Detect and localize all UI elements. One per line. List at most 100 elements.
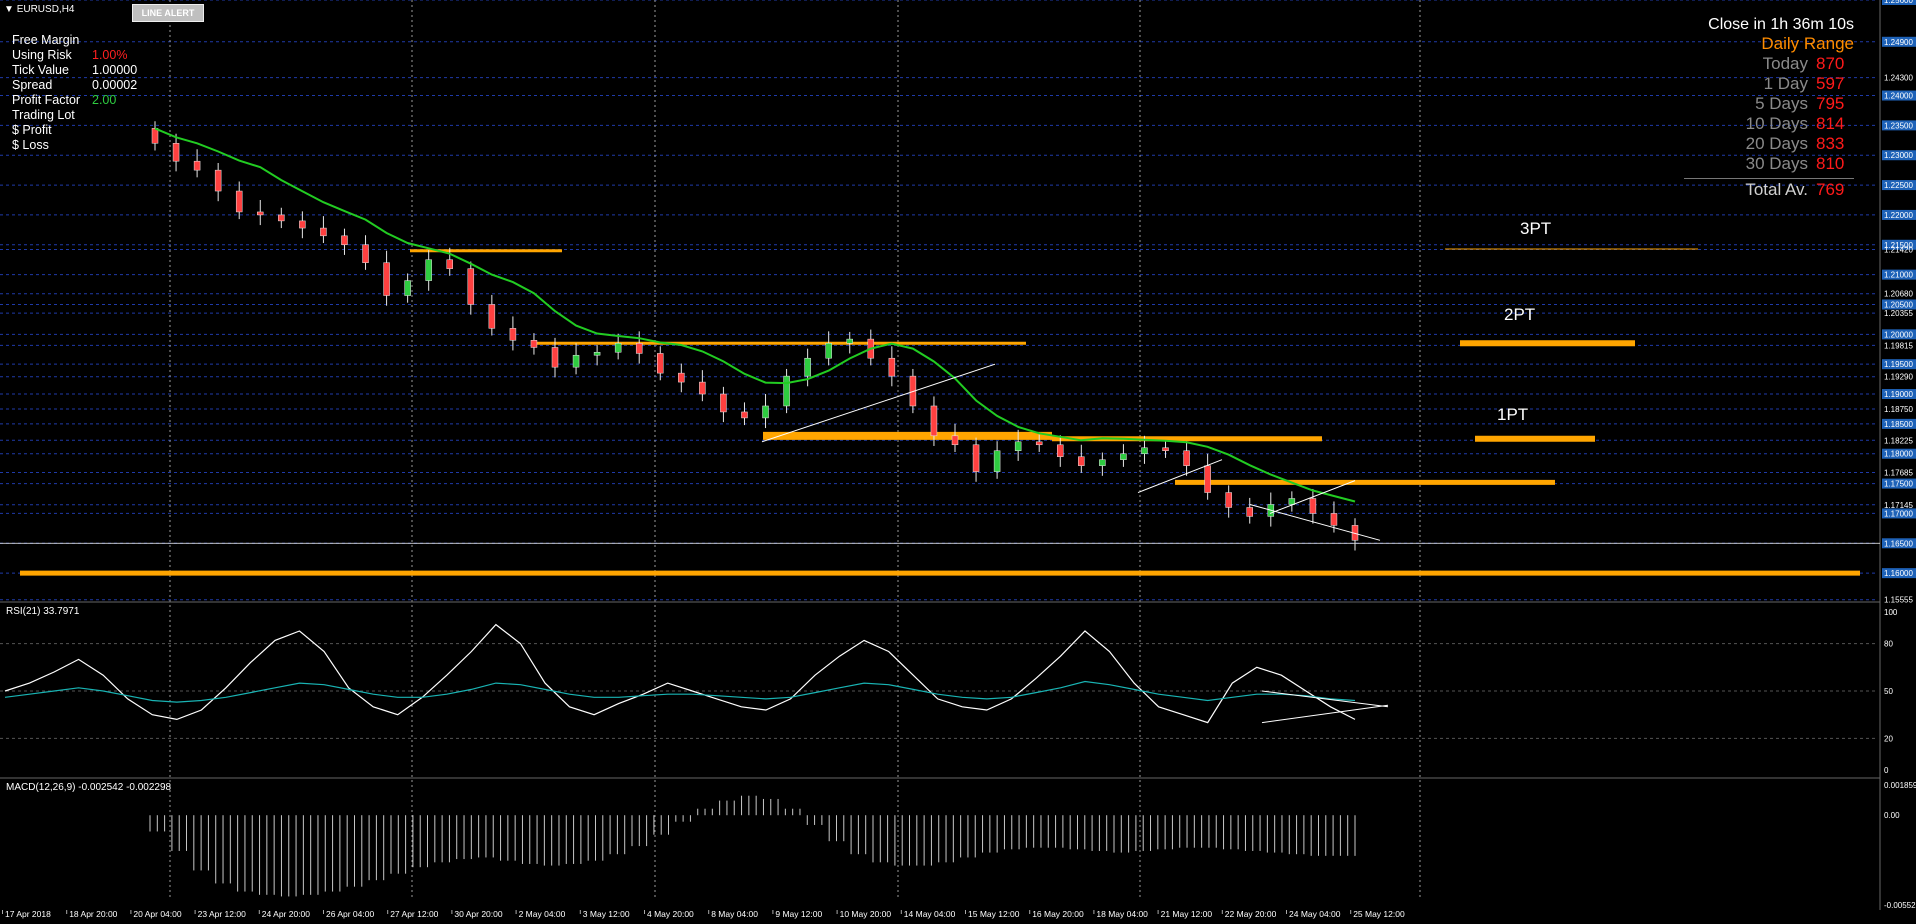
time-tick-label: 8 May 04:00: [711, 909, 758, 919]
info-row: Profit Factor 2.00: [12, 93, 117, 107]
candle-body: [425, 259, 432, 281]
candle-body: [1162, 447, 1169, 451]
risk-info-panel: Free Margin Using Risk 1.00% Tick Value 1.…: [12, 33, 137, 153]
price-tick-label: 1.20355: [1884, 309, 1913, 318]
rsi-tick-label: 20: [1884, 734, 1893, 743]
price-tick-label: 1.17000: [1884, 509, 1913, 518]
price-tick-label: 1.22000: [1884, 211, 1913, 220]
time-tick-label: 23 Apr 12:00: [198, 909, 246, 919]
candle-body: [341, 235, 348, 246]
candle-body: [1035, 441, 1043, 446]
candle-body: [320, 227, 327, 237]
price-tick-label: 1.21000: [1884, 271, 1913, 280]
time-tick-label: 3 May 12:00: [583, 909, 630, 919]
rsi-tick-label: 100: [1884, 608, 1898, 617]
time-tick-label: 22 May 20:00: [1225, 909, 1277, 919]
time-tick-label: 14 May 04:00: [904, 909, 956, 919]
symbol-title: ▼ EURUSD,H4: [4, 4, 75, 15]
time-tick-label: 18 May 04:00: [1096, 909, 1148, 919]
daily-range-panel: Close in 1h 36m 10s Daily Range Today 870…: [1684, 15, 1854, 200]
time-tick-label: 2 May 04:00: [519, 909, 566, 919]
price-tick-label: 1.18225: [1884, 436, 1913, 445]
candle-body: [383, 262, 390, 296]
candle-body: [1288, 498, 1296, 505]
candle-body: [930, 405, 938, 437]
daily-range-title: Daily Range: [1761, 34, 1854, 53]
price-tick-label: 1.18750: [1884, 405, 1913, 414]
candle-body: [1309, 498, 1317, 514]
rsi-tick-label: 80: [1884, 640, 1893, 649]
price-tick-label: 1.16500: [1884, 539, 1913, 548]
line-alert-button[interactable]: LINE ALERT: [132, 4, 204, 22]
candle-body: [172, 143, 180, 162]
candle-body: [972, 444, 980, 472]
chart-canvas[interactable]: 100 80 50 20 0 0.001859 0.00 -0.005527 1.25600…: [0, 0, 1916, 924]
candle-body: [467, 268, 475, 305]
time-tick-label: 15 May 12:00: [968, 909, 1020, 919]
price-tick-label: 1.17685: [1884, 469, 1913, 478]
price-axis: 1.25600 1.24900 1.24300 1.24000 1.23500 1.230…: [1882, 0, 1916, 605]
target-3pt-label: 3PT: [1520, 219, 1552, 238]
target-2pt-label: 2PT: [1504, 305, 1536, 324]
candle-body: [1141, 447, 1148, 454]
total-average-row: Total Av. 769: [1684, 178, 1854, 200]
range-row: 5 Days 795: [1755, 94, 1845, 113]
price-tick-label: 1.24900: [1884, 38, 1913, 47]
candle-body: [657, 353, 664, 374]
candle-body: [1225, 492, 1232, 508]
info-row: Tick Value 1.00000: [12, 63, 138, 77]
candle-body: [551, 347, 559, 368]
candle-body: [635, 343, 643, 354]
candle-body: [404, 280, 411, 296]
candle-body: [993, 450, 1001, 472]
candle-body: [1014, 441, 1022, 451]
price-tick-label: 1.21420: [1884, 246, 1913, 255]
price-tick-label: 1.24000: [1884, 92, 1913, 101]
candle-body: [572, 354, 580, 368]
range-row: 30 Days 810: [1745, 154, 1845, 173]
range-row: Today 870: [1762, 54, 1845, 73]
macd-title: MACD(12,26,9) -0.002542 -0.002298: [6, 782, 172, 793]
range-row: 1 Day 597: [1763, 74, 1845, 93]
candle-body: [1330, 513, 1338, 526]
rsi-tick-label: 0: [1884, 766, 1889, 775]
candle-body: [1099, 459, 1106, 466]
rsi-tick-label: 50: [1884, 687, 1893, 696]
candle-body: [825, 343, 832, 359]
candle-body: [530, 340, 538, 348]
price-tick-label: 1.20500: [1884, 300, 1913, 309]
price-tick-label: 1.19290: [1884, 373, 1913, 382]
info-row: Free Margin: [12, 33, 80, 47]
price-tick-label: 1.25600: [1884, 0, 1913, 5]
info-row: $ Profit: [12, 123, 52, 137]
rsi-title: RSI(21) 33.7971: [6, 606, 80, 617]
time-tick-label: 4 May 20:00: [647, 909, 694, 919]
candle-body: [193, 160, 201, 171]
candle-body: [720, 393, 727, 413]
info-row: Spread 0.00002: [12, 78, 138, 92]
candle-body: [1183, 450, 1190, 466]
candle-body: [804, 357, 811, 377]
time-tick-label: 24 Apr 20:00: [262, 909, 310, 919]
macd-tick-label: 0.001859: [1884, 781, 1916, 790]
info-row: Using Risk 1.00%: [12, 48, 128, 62]
price-tick-label: 1.17145: [1884, 501, 1913, 510]
time-tick-label: 10 May 20:00: [840, 909, 892, 919]
candle-body: [846, 338, 853, 344]
price-tick-label: 1.23500: [1884, 121, 1913, 130]
candle-body: [362, 244, 369, 263]
price-tick-label: 1.22500: [1884, 181, 1913, 190]
candle-body: [446, 259, 453, 269]
candle-body: [257, 211, 264, 216]
info-row: Trading Lot: [12, 108, 75, 122]
time-tick-label: 17 Apr 2018: [5, 909, 51, 919]
candle-body: [1204, 465, 1211, 493]
time-tick-label: 18 Apr 20:00: [69, 909, 117, 919]
price-tick-label: 1.24300: [1884, 74, 1913, 83]
candle-body: [509, 328, 517, 341]
macd-tick-label: 0.00: [1884, 811, 1900, 820]
candle-body: [1246, 507, 1253, 517]
candle-body: [1120, 453, 1127, 460]
candle-body: [699, 381, 706, 395]
candle-body: [278, 214, 285, 222]
